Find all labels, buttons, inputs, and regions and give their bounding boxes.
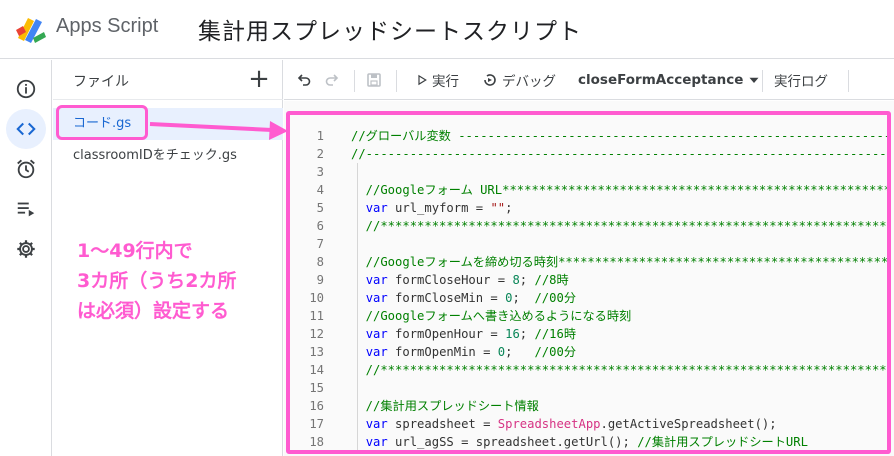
execution-log-button[interactable]: 実行ログ xyxy=(774,60,828,100)
info-icon xyxy=(16,79,36,99)
debug-button[interactable]: デバッグ xyxy=(482,60,556,100)
apps-script-logo-icon[interactable] xyxy=(14,12,48,44)
function-select[interactable]: closeFormAcceptance xyxy=(578,60,760,100)
toolbar-divider xyxy=(396,70,397,92)
execution-log-label: 実行ログ xyxy=(774,74,828,90)
files-title: ファイル xyxy=(73,74,129,90)
editor-highlight-frame xyxy=(286,111,891,454)
alarm-icon xyxy=(17,159,35,179)
annotation-text: 1〜49行内で 3カ所（うち2カ所 は必須）設定する xyxy=(77,236,236,326)
toolbar-divider xyxy=(848,70,849,92)
left-nav-rail xyxy=(0,60,52,456)
files-panel: ファイル + コード.gs classroomIDをチェック.gs 1〜49行内… xyxy=(53,60,283,456)
debug-label: デバッグ xyxy=(502,74,556,90)
annotation-line: 3カ所（うち2カ所 xyxy=(77,270,237,292)
play-icon xyxy=(418,74,427,86)
caret-down-icon xyxy=(749,77,759,83)
add-file-button[interactable]: + xyxy=(245,66,273,94)
editor-toolbar: 実行 デバッグ closeFormAcceptance 実行ログ xyxy=(284,60,894,100)
toolbar-divider xyxy=(762,70,763,92)
code-icon xyxy=(16,122,36,136)
save-icon xyxy=(367,73,381,87)
undo-icon xyxy=(297,74,311,86)
triggers-button[interactable] xyxy=(6,149,46,189)
overview-button[interactable] xyxy=(6,69,46,109)
redo-icon xyxy=(325,74,339,86)
save-button[interactable] xyxy=(366,60,382,100)
editor-button[interactable] xyxy=(6,109,46,149)
file-name: classroomIDをチェック.gs xyxy=(73,148,237,163)
highlight-box xyxy=(56,105,148,140)
run-button[interactable]: 実行 xyxy=(416,60,459,100)
project-title[interactable]: 集計用スプレッドシートスクリプト xyxy=(198,12,582,46)
settings-icon xyxy=(17,240,35,258)
undo-button[interactable] xyxy=(296,60,312,100)
toolbar-divider xyxy=(354,70,355,92)
executions-icon xyxy=(17,202,35,217)
debug-icon xyxy=(484,74,496,86)
annotation-line: は必須）設定する xyxy=(77,300,230,322)
executions-button[interactable] xyxy=(6,189,46,229)
function-select-value: closeFormAcceptance xyxy=(578,72,744,88)
file-item-classroom-check[interactable]: classroomIDをチェック.gs xyxy=(53,140,283,172)
app-name: Apps Script xyxy=(56,15,159,37)
run-label: 実行 xyxy=(432,74,459,90)
annotation-line: 1〜49行内で xyxy=(77,240,193,262)
top-app-bar: Apps Script 集計用スプレッドシートスクリプト xyxy=(0,0,894,59)
settings-button[interactable] xyxy=(6,229,46,269)
files-header: ファイル + xyxy=(53,60,283,100)
redo-button[interactable] xyxy=(324,60,340,100)
